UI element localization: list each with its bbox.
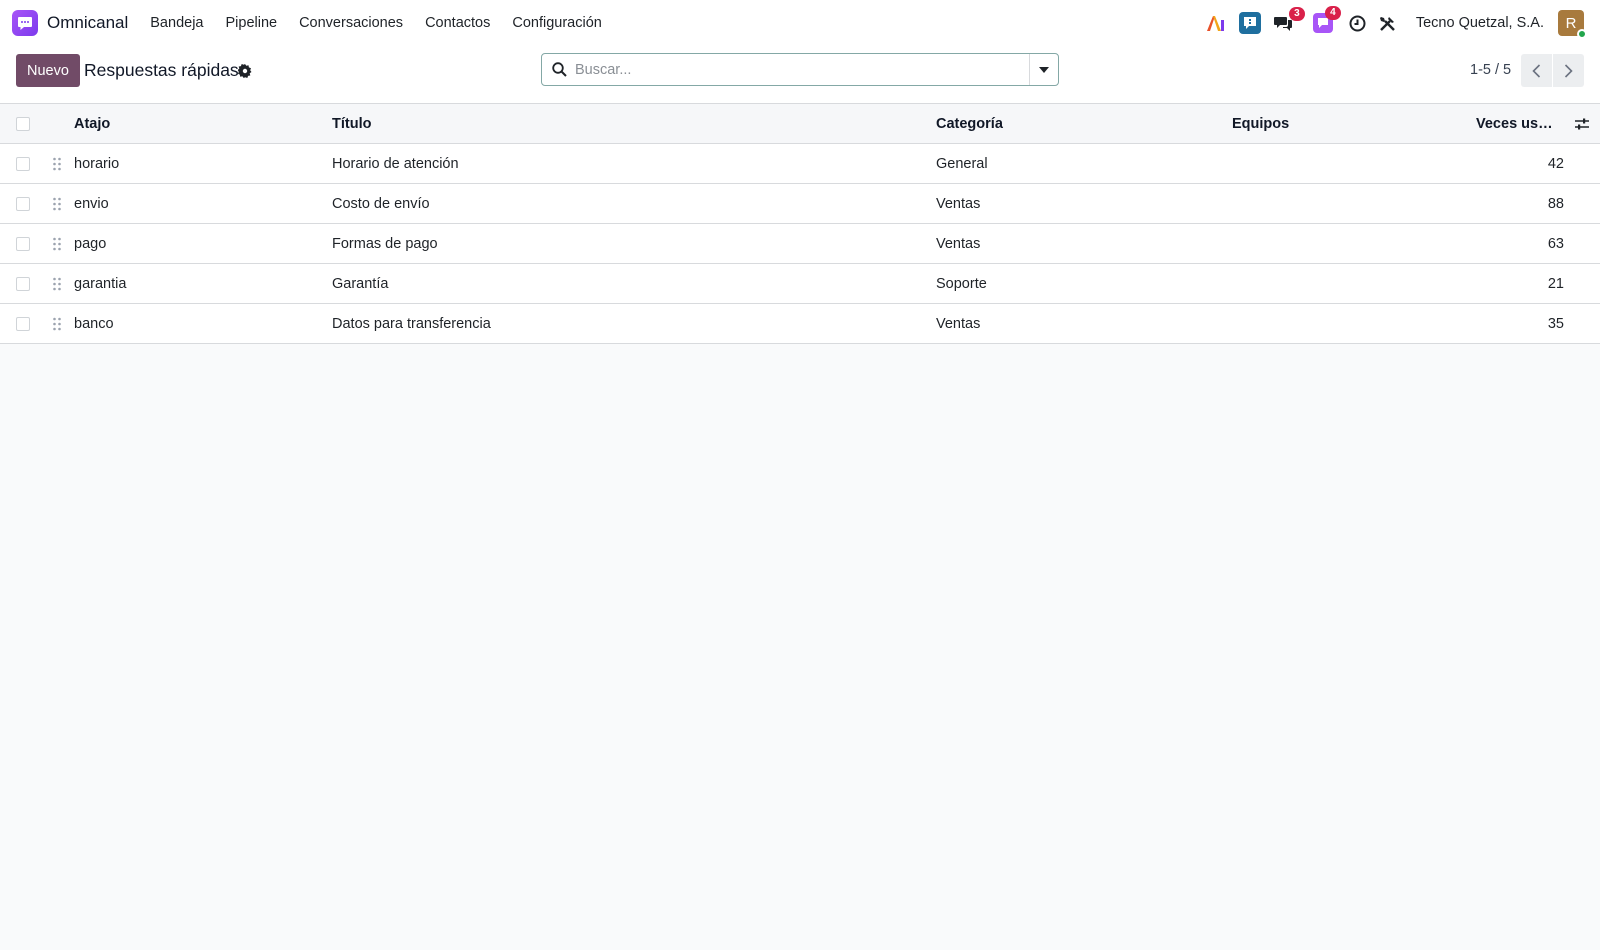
cell-atajo: banco bbox=[74, 316, 114, 332]
table-row[interactable]: banco Datos para transferencia Ventas 35 bbox=[0, 304, 1600, 344]
row-checkbox[interactable] bbox=[16, 277, 30, 291]
gear-icon[interactable] bbox=[237, 64, 252, 78]
column-header-categoria[interactable]: Categoría bbox=[936, 104, 1003, 144]
menu-item-bandeja[interactable]: Bandeja bbox=[139, 0, 214, 46]
activities-badge: 4 bbox=[1324, 6, 1341, 20]
pager-value[interactable]: 1-5 / 5 bbox=[1470, 62, 1511, 78]
column-header-veces-usada[interactable]: Veces usada bbox=[1476, 104, 1556, 144]
avatar-initial: R bbox=[1565, 14, 1577, 32]
drag-handle-icon[interactable] bbox=[52, 317, 62, 331]
search-options-toggle[interactable] bbox=[1029, 54, 1058, 85]
row-checkbox[interactable] bbox=[16, 317, 30, 331]
quick-replies-list: Atajo Título Categoría Equipos Veces usa… bbox=[0, 104, 1600, 344]
pager-previous-button[interactable] bbox=[1521, 54, 1552, 87]
cell-atajo: garantia bbox=[74, 276, 127, 292]
cell-categoria: Ventas bbox=[936, 196, 981, 212]
cell-atajo: horario bbox=[74, 156, 120, 172]
select-all-checkbox[interactable] bbox=[16, 117, 30, 131]
cell-veces-usada: 35 bbox=[1547, 316, 1564, 332]
column-header-atajo[interactable]: Atajo bbox=[74, 104, 110, 144]
menu-item-pipeline[interactable]: Pipeline bbox=[214, 0, 288, 46]
activities-icon[interactable]: 4 bbox=[1312, 6, 1341, 33]
page-title[interactable]: Respuestas rápidas bbox=[84, 60, 239, 81]
tools-icon[interactable] bbox=[1379, 15, 1396, 32]
cell-atajo: pago bbox=[74, 236, 107, 252]
table-header: Atajo Título Categoría Equipos Veces usa… bbox=[0, 104, 1600, 144]
cell-veces-usada: 42 bbox=[1547, 156, 1564, 172]
search-bar bbox=[541, 53, 1059, 86]
cell-titulo: Garantía bbox=[332, 276, 389, 292]
chat-bubble-icon[interactable] bbox=[12, 10, 38, 36]
cell-veces-usada: 21 bbox=[1547, 276, 1564, 292]
chevron-right-icon bbox=[1564, 63, 1573, 78]
drag-handle-icon[interactable] bbox=[52, 237, 62, 251]
messages-badge: 3 bbox=[1288, 7, 1305, 21]
menu-item-configuracion[interactable]: Configuración bbox=[501, 0, 612, 46]
top-navbar: Omnicanal Bandeja Pipeline Conversacione… bbox=[0, 0, 1600, 46]
drag-handle-icon[interactable] bbox=[52, 277, 62, 291]
cell-titulo: Datos para transferencia bbox=[332, 316, 491, 332]
app-name[interactable]: Omnicanal bbox=[47, 13, 128, 33]
menu-item-contactos[interactable]: Contactos bbox=[414, 0, 501, 46]
row-checkbox[interactable] bbox=[16, 157, 30, 171]
main-menu: Bandeja Pipeline Conversaciones Contacto… bbox=[139, 0, 613, 46]
caret-down-icon bbox=[1039, 66, 1049, 73]
app-brand[interactable]: Omnicanal bbox=[12, 10, 128, 36]
cell-categoria: Ventas bbox=[936, 236, 981, 252]
optional-columns-icon[interactable] bbox=[1574, 116, 1590, 132]
cell-categoria: Ventas bbox=[936, 316, 981, 332]
company-switcher[interactable]: Tecno Quetzal, S.A. bbox=[1416, 15, 1544, 31]
row-checkbox[interactable] bbox=[16, 237, 30, 251]
column-header-titulo[interactable]: Título bbox=[332, 104, 371, 144]
search-input[interactable] bbox=[575, 61, 1029, 78]
cell-titulo: Horario de atención bbox=[332, 156, 459, 172]
cell-veces-usada: 88 bbox=[1547, 196, 1564, 212]
pager-next-button[interactable] bbox=[1553, 54, 1584, 87]
messages-icon[interactable]: 3 bbox=[1273, 7, 1305, 32]
cell-titulo: Formas de pago bbox=[332, 236, 438, 252]
drag-handle-icon[interactable] bbox=[52, 197, 62, 211]
table-row[interactable]: envio Costo de envío Ventas 88 bbox=[0, 184, 1600, 224]
new-button[interactable]: Nuevo bbox=[16, 54, 80, 87]
drag-handle-icon[interactable] bbox=[52, 157, 62, 171]
menu-item-conversaciones[interactable]: Conversaciones bbox=[288, 0, 414, 46]
table-row[interactable]: garantia Garantía Soporte 21 bbox=[0, 264, 1600, 304]
cell-atajo: envio bbox=[74, 196, 109, 212]
user-avatar[interactable]: R bbox=[1558, 10, 1587, 39]
control-panel: Nuevo Respuestas rápidas 1-5 / 5 bbox=[0, 46, 1600, 104]
row-checkbox[interactable] bbox=[16, 197, 30, 211]
cell-veces-usada: 63 bbox=[1547, 236, 1564, 252]
chevron-left-icon bbox=[1532, 63, 1541, 78]
table-row[interactable]: pago Formas de pago Ventas 63 bbox=[0, 224, 1600, 264]
ai-assistant-icon[interactable] bbox=[1206, 14, 1226, 32]
column-header-equipos[interactable]: Equipos bbox=[1232, 104, 1289, 144]
table-row[interactable]: horario Horario de atención General 42 bbox=[0, 144, 1600, 184]
systray: 3 4 Tecno Quetzal, S.A. R bbox=[1206, 0, 1600, 46]
livechat-icon[interactable] bbox=[1238, 12, 1261, 34]
clock-icon[interactable] bbox=[1349, 15, 1366, 32]
cell-categoria: Soporte bbox=[936, 276, 987, 292]
online-status-icon bbox=[1577, 29, 1587, 39]
cell-categoria: General bbox=[936, 156, 988, 172]
cell-titulo: Costo de envío bbox=[332, 196, 430, 212]
search-icon bbox=[552, 62, 567, 77]
